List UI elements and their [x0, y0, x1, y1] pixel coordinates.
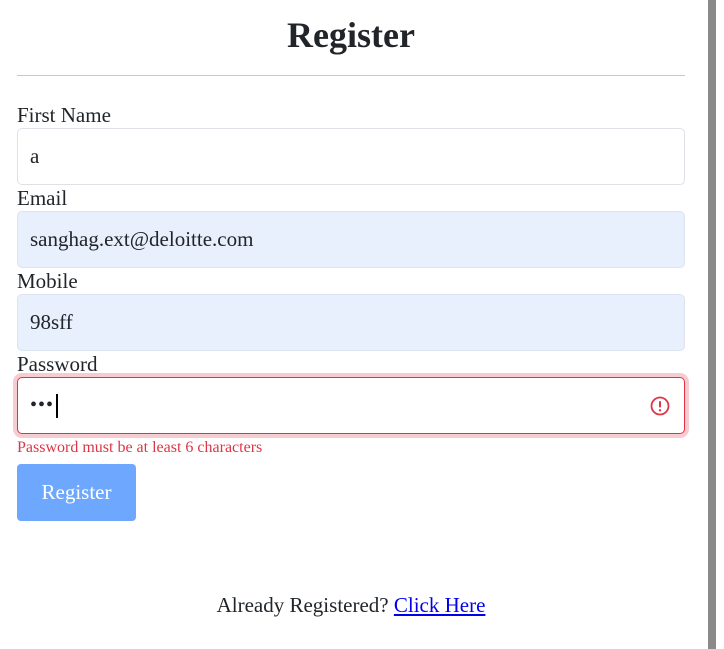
email-label: Email [17, 186, 68, 210]
page-title: Register [287, 15, 415, 55]
email-value: sanghag.ext@deloitte.com [30, 227, 254, 251]
password-value: ••• [30, 393, 59, 418]
first-name-value: a [30, 144, 40, 168]
register-page: Register First Name a Email sanghag.ext@… [0, 0, 724, 649]
text-caret [56, 393, 59, 418]
register-form: Register First Name a Email sanghag.ext@… [17, 0, 685, 617]
password-input[interactable]: ••• [17, 377, 685, 434]
mobile-label: Mobile [17, 269, 78, 293]
error-circle-icon [650, 396, 670, 415]
scrollbar[interactable] [708, 0, 716, 649]
first-name-label: First Name [17, 103, 111, 127]
password-label: Password [17, 352, 98, 376]
first-name-input[interactable]: a [17, 128, 685, 185]
login-prompt: Already Registered? Click Here [17, 591, 685, 619]
mobile-value: 98sff [30, 310, 73, 334]
password-masked-text: ••• [30, 394, 55, 416]
title-divider [17, 75, 685, 76]
register-button[interactable]: Register [17, 464, 136, 521]
already-registered-text: Already Registered? [216, 593, 389, 617]
mobile-input[interactable]: 98sff [17, 294, 685, 351]
email-input[interactable]: sanghag.ext@deloitte.com [17, 211, 685, 268]
password-error-message: Password must be at least 6 characters [17, 439, 263, 456]
login-link[interactable]: Click Here [394, 593, 486, 617]
